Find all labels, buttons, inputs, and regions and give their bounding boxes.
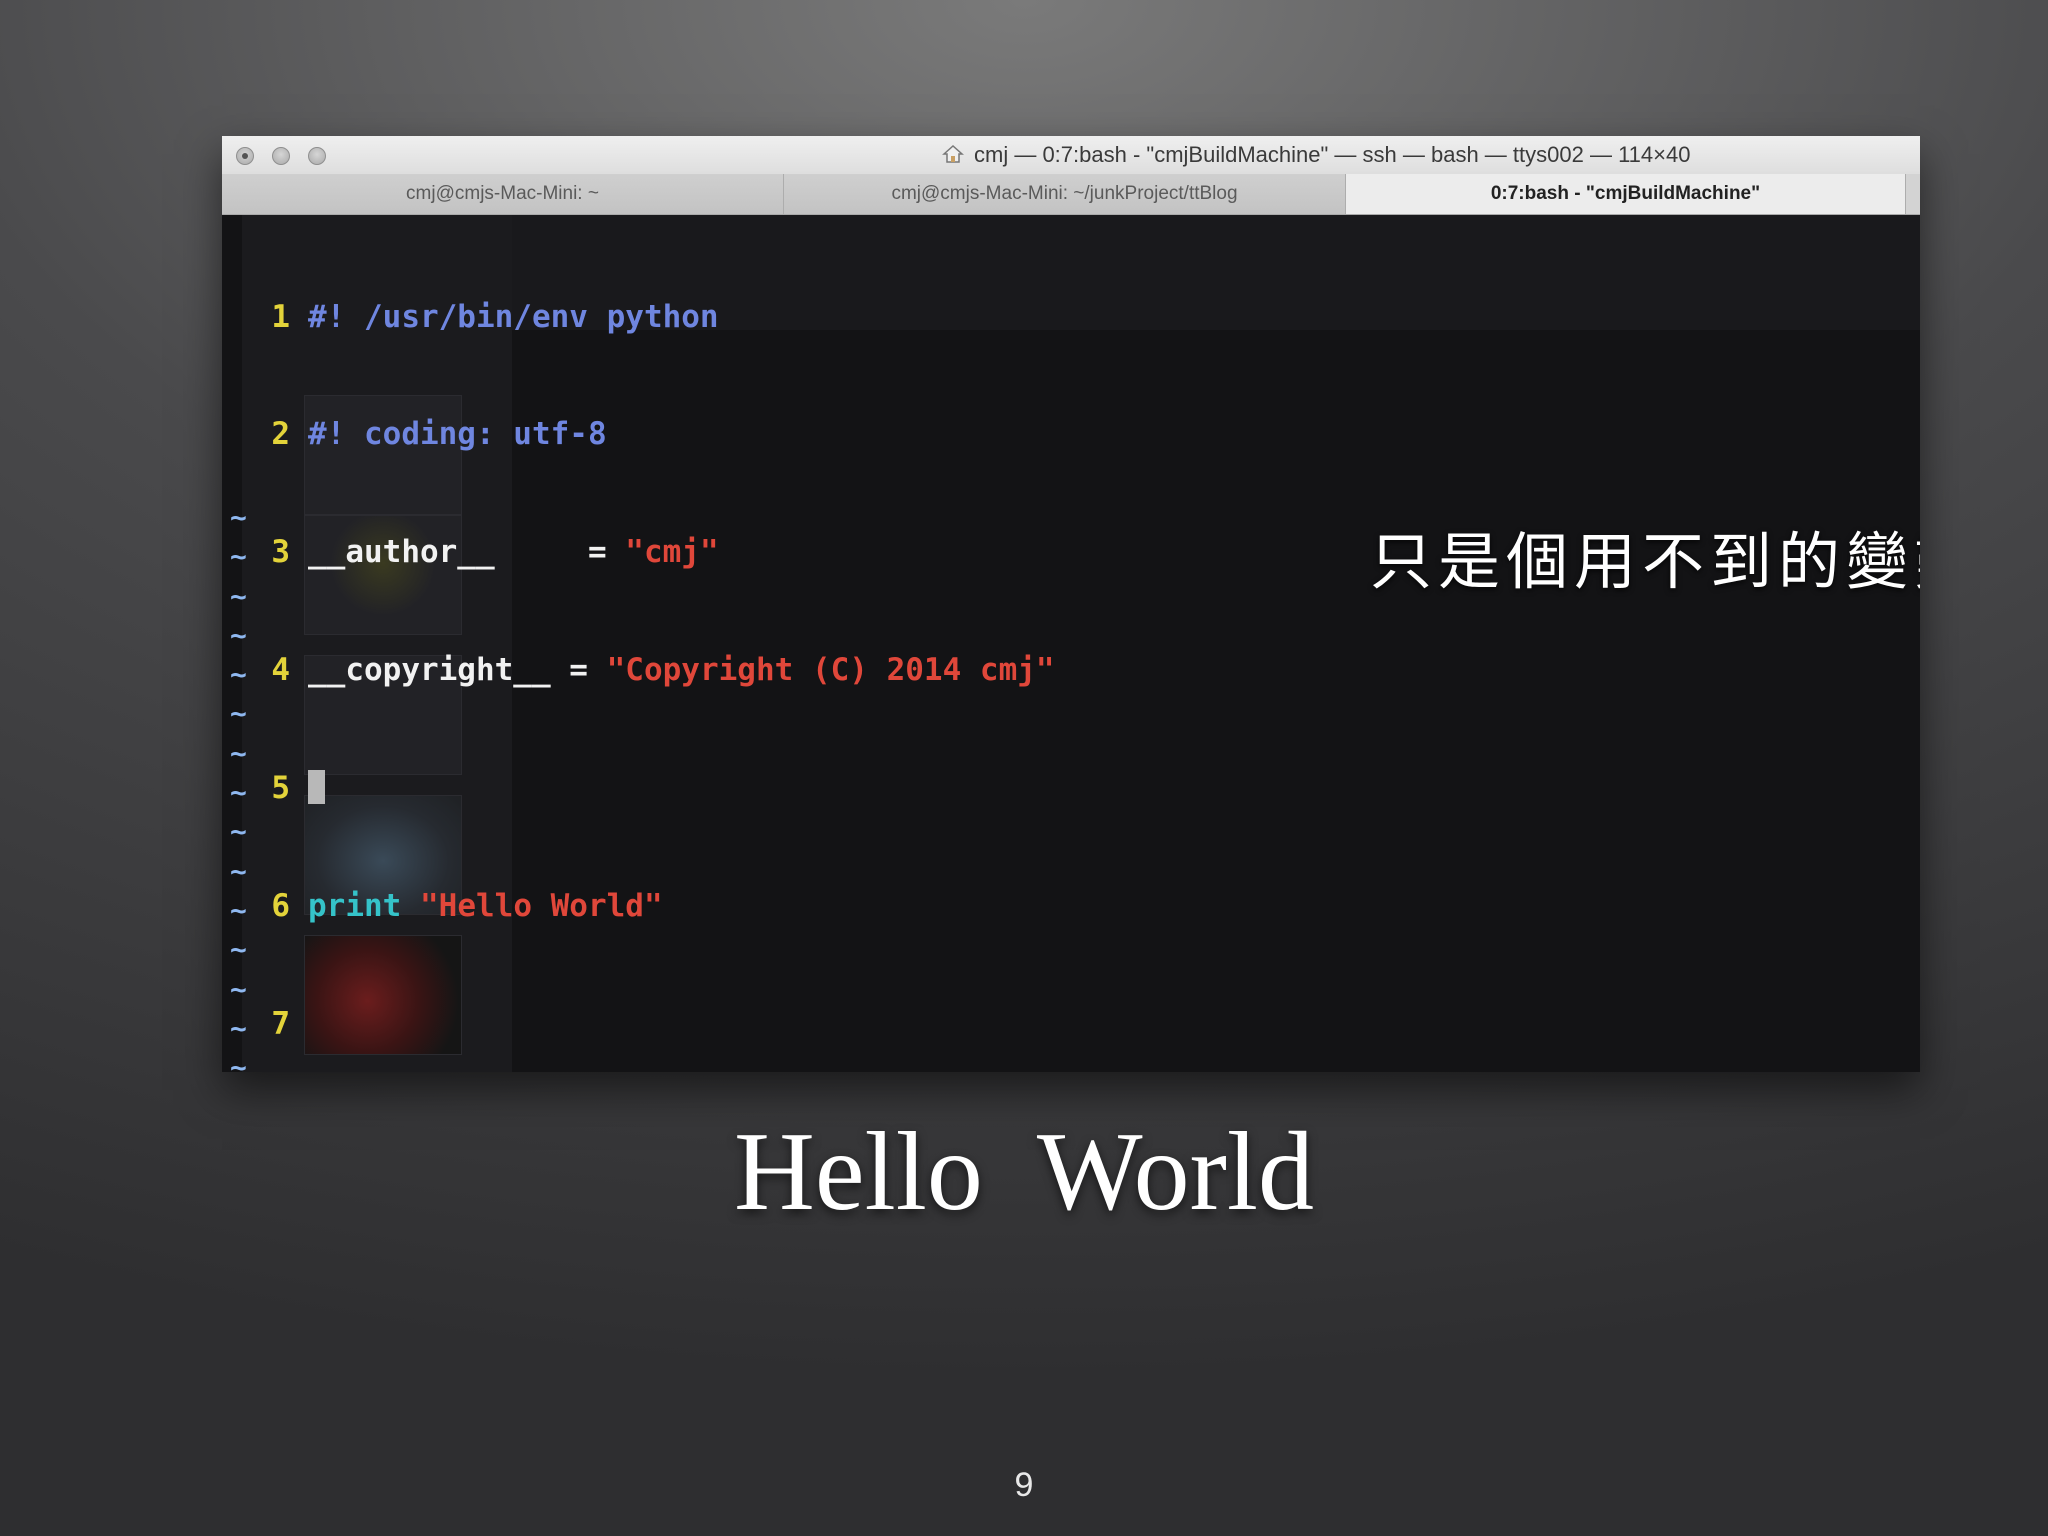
code-line: 7 bbox=[262, 1005, 1055, 1044]
code-line: 6 print "Hello World" bbox=[262, 887, 1055, 926]
tab-home[interactable]: cmj@cmjs-Mac-Mini: ~ bbox=[222, 174, 784, 214]
annotation-note: 只是個用不到的變數 bbox=[1370, 525, 1920, 598]
code-text: #! coding: utf-8 bbox=[308, 416, 607, 453]
text-cursor bbox=[308, 770, 325, 805]
code-line: 1 #! /usr/bin/env python bbox=[262, 298, 1055, 337]
line-number: 5 bbox=[271, 770, 290, 807]
code-line: 5 bbox=[262, 769, 1055, 808]
code-text: = bbox=[550, 652, 607, 689]
slide-title: Hello World bbox=[734, 1110, 1314, 1234]
code-string: "Hello World" bbox=[420, 888, 663, 925]
title-bar: cmj — 0:7:bash - "cmjBuildMachine" — ssh… bbox=[222, 136, 1920, 175]
window-title-text: cmj — 0:7:bash - "cmjBuildMachine" — ssh… bbox=[974, 142, 1691, 167]
code-text: __author__ bbox=[308, 534, 495, 571]
code-string: "Copyright (C) 2014 cmj" bbox=[606, 652, 1055, 689]
code-text: __copyright__ bbox=[308, 652, 551, 689]
tab-ttblog[interactable]: cmj@cmjs-Mac-Mini: ~/junkProject/ttBlog bbox=[784, 174, 1346, 214]
terminal-content[interactable]: 1 #! /usr/bin/env python 2 #! coding: utf-… bbox=[222, 215, 1920, 1072]
empty-line-markers: ~ ~ ~ ~ ~ ~ ~ ~ ~ ~ ~ ~ ~ ~ ~ bbox=[230, 501, 247, 1072]
page-number: 9 bbox=[1014, 1466, 1034, 1504]
home-icon bbox=[942, 143, 964, 165]
window-title: cmj — 0:7:bash - "cmjBuildMachine" — ssh… bbox=[942, 142, 1690, 168]
code-line: 2 #! coding: utf-8 bbox=[262, 415, 1055, 454]
code-text: = bbox=[494, 534, 626, 571]
tab-build-machine[interactable]: 0:7:bash - "cmjBuildMachine" bbox=[1346, 174, 1906, 214]
line-number: 3 bbox=[271, 534, 290, 571]
line-number: 1 bbox=[271, 298, 290, 335]
code-editor[interactable]: 1 #! /usr/bin/env python 2 #! coding: utf-… bbox=[262, 219, 1055, 1072]
line-number: 2 bbox=[271, 416, 290, 453]
code-text: #! /usr/bin/env python bbox=[308, 298, 719, 335]
line-number: 4 bbox=[271, 652, 290, 689]
code-line: 3 __author__ = "cmj" bbox=[262, 533, 1055, 572]
line-number: 7 bbox=[271, 1005, 290, 1042]
code-string: "cmj" bbox=[625, 534, 719, 571]
line-number: 6 bbox=[271, 888, 290, 925]
close-button[interactable] bbox=[236, 147, 254, 165]
terminal-window: cmj — 0:7:bash - "cmjBuildMachine" — ssh… bbox=[222, 136, 1920, 1072]
tab-bar: cmj@cmjs-Mac-Mini: ~ cmj@cmjs-Mac-Mini: … bbox=[222, 174, 1920, 215]
minimize-button[interactable] bbox=[272, 147, 290, 165]
code-keyword: print bbox=[308, 888, 402, 925]
zoom-button[interactable] bbox=[308, 147, 326, 165]
code-line: 4 __copyright__ = "Copyright (C) 2014 cmj… bbox=[262, 651, 1055, 690]
